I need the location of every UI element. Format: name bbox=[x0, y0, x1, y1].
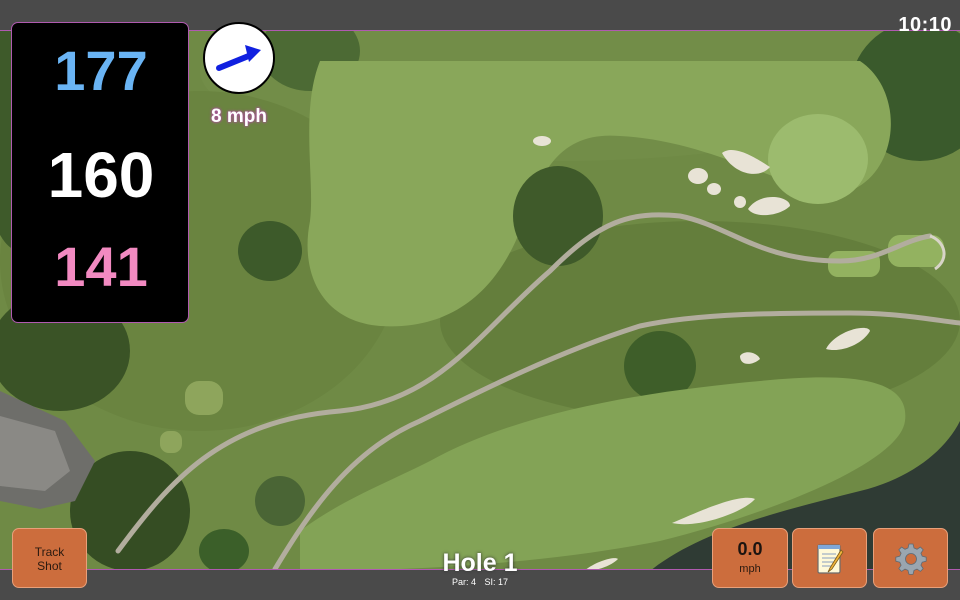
wind-indicator bbox=[203, 22, 275, 94]
track-shot-button[interactable]: Track Shot bbox=[12, 528, 87, 588]
back-yardage: 177 bbox=[54, 39, 148, 102]
gear-icon bbox=[894, 543, 927, 575]
front-yardage: 141 bbox=[54, 235, 148, 298]
arrow-right-icon bbox=[216, 45, 261, 71]
clock: 10:10 bbox=[898, 14, 952, 36]
hole-stroke-index: SI: 17 bbox=[484, 577, 509, 587]
notes-button[interactable] bbox=[792, 528, 867, 588]
settings-button[interactable] bbox=[873, 528, 948, 588]
yardage-panel: 177 160 141 bbox=[11, 22, 189, 323]
speed-value: 0.0 bbox=[737, 539, 763, 559]
track-shot-label: Track Shot bbox=[34, 545, 65, 573]
notepad-icon bbox=[816, 544, 844, 574]
app-root: 10:10 177 160 141 8 mph Track Shot Hole … bbox=[0, 0, 960, 600]
hole-info: Par: 4 SI: 17 bbox=[380, 577, 580, 587]
hole-title: Hole 1 bbox=[442, 549, 518, 577]
speed-unit: mph bbox=[739, 563, 761, 575]
hole-par: Par: 4 bbox=[451, 577, 476, 587]
shot-speed-button[interactable]: 0.0 mph bbox=[712, 528, 788, 588]
center-yardage: 160 bbox=[47, 139, 155, 211]
wind-speed-label: 8 mph bbox=[211, 106, 267, 127]
